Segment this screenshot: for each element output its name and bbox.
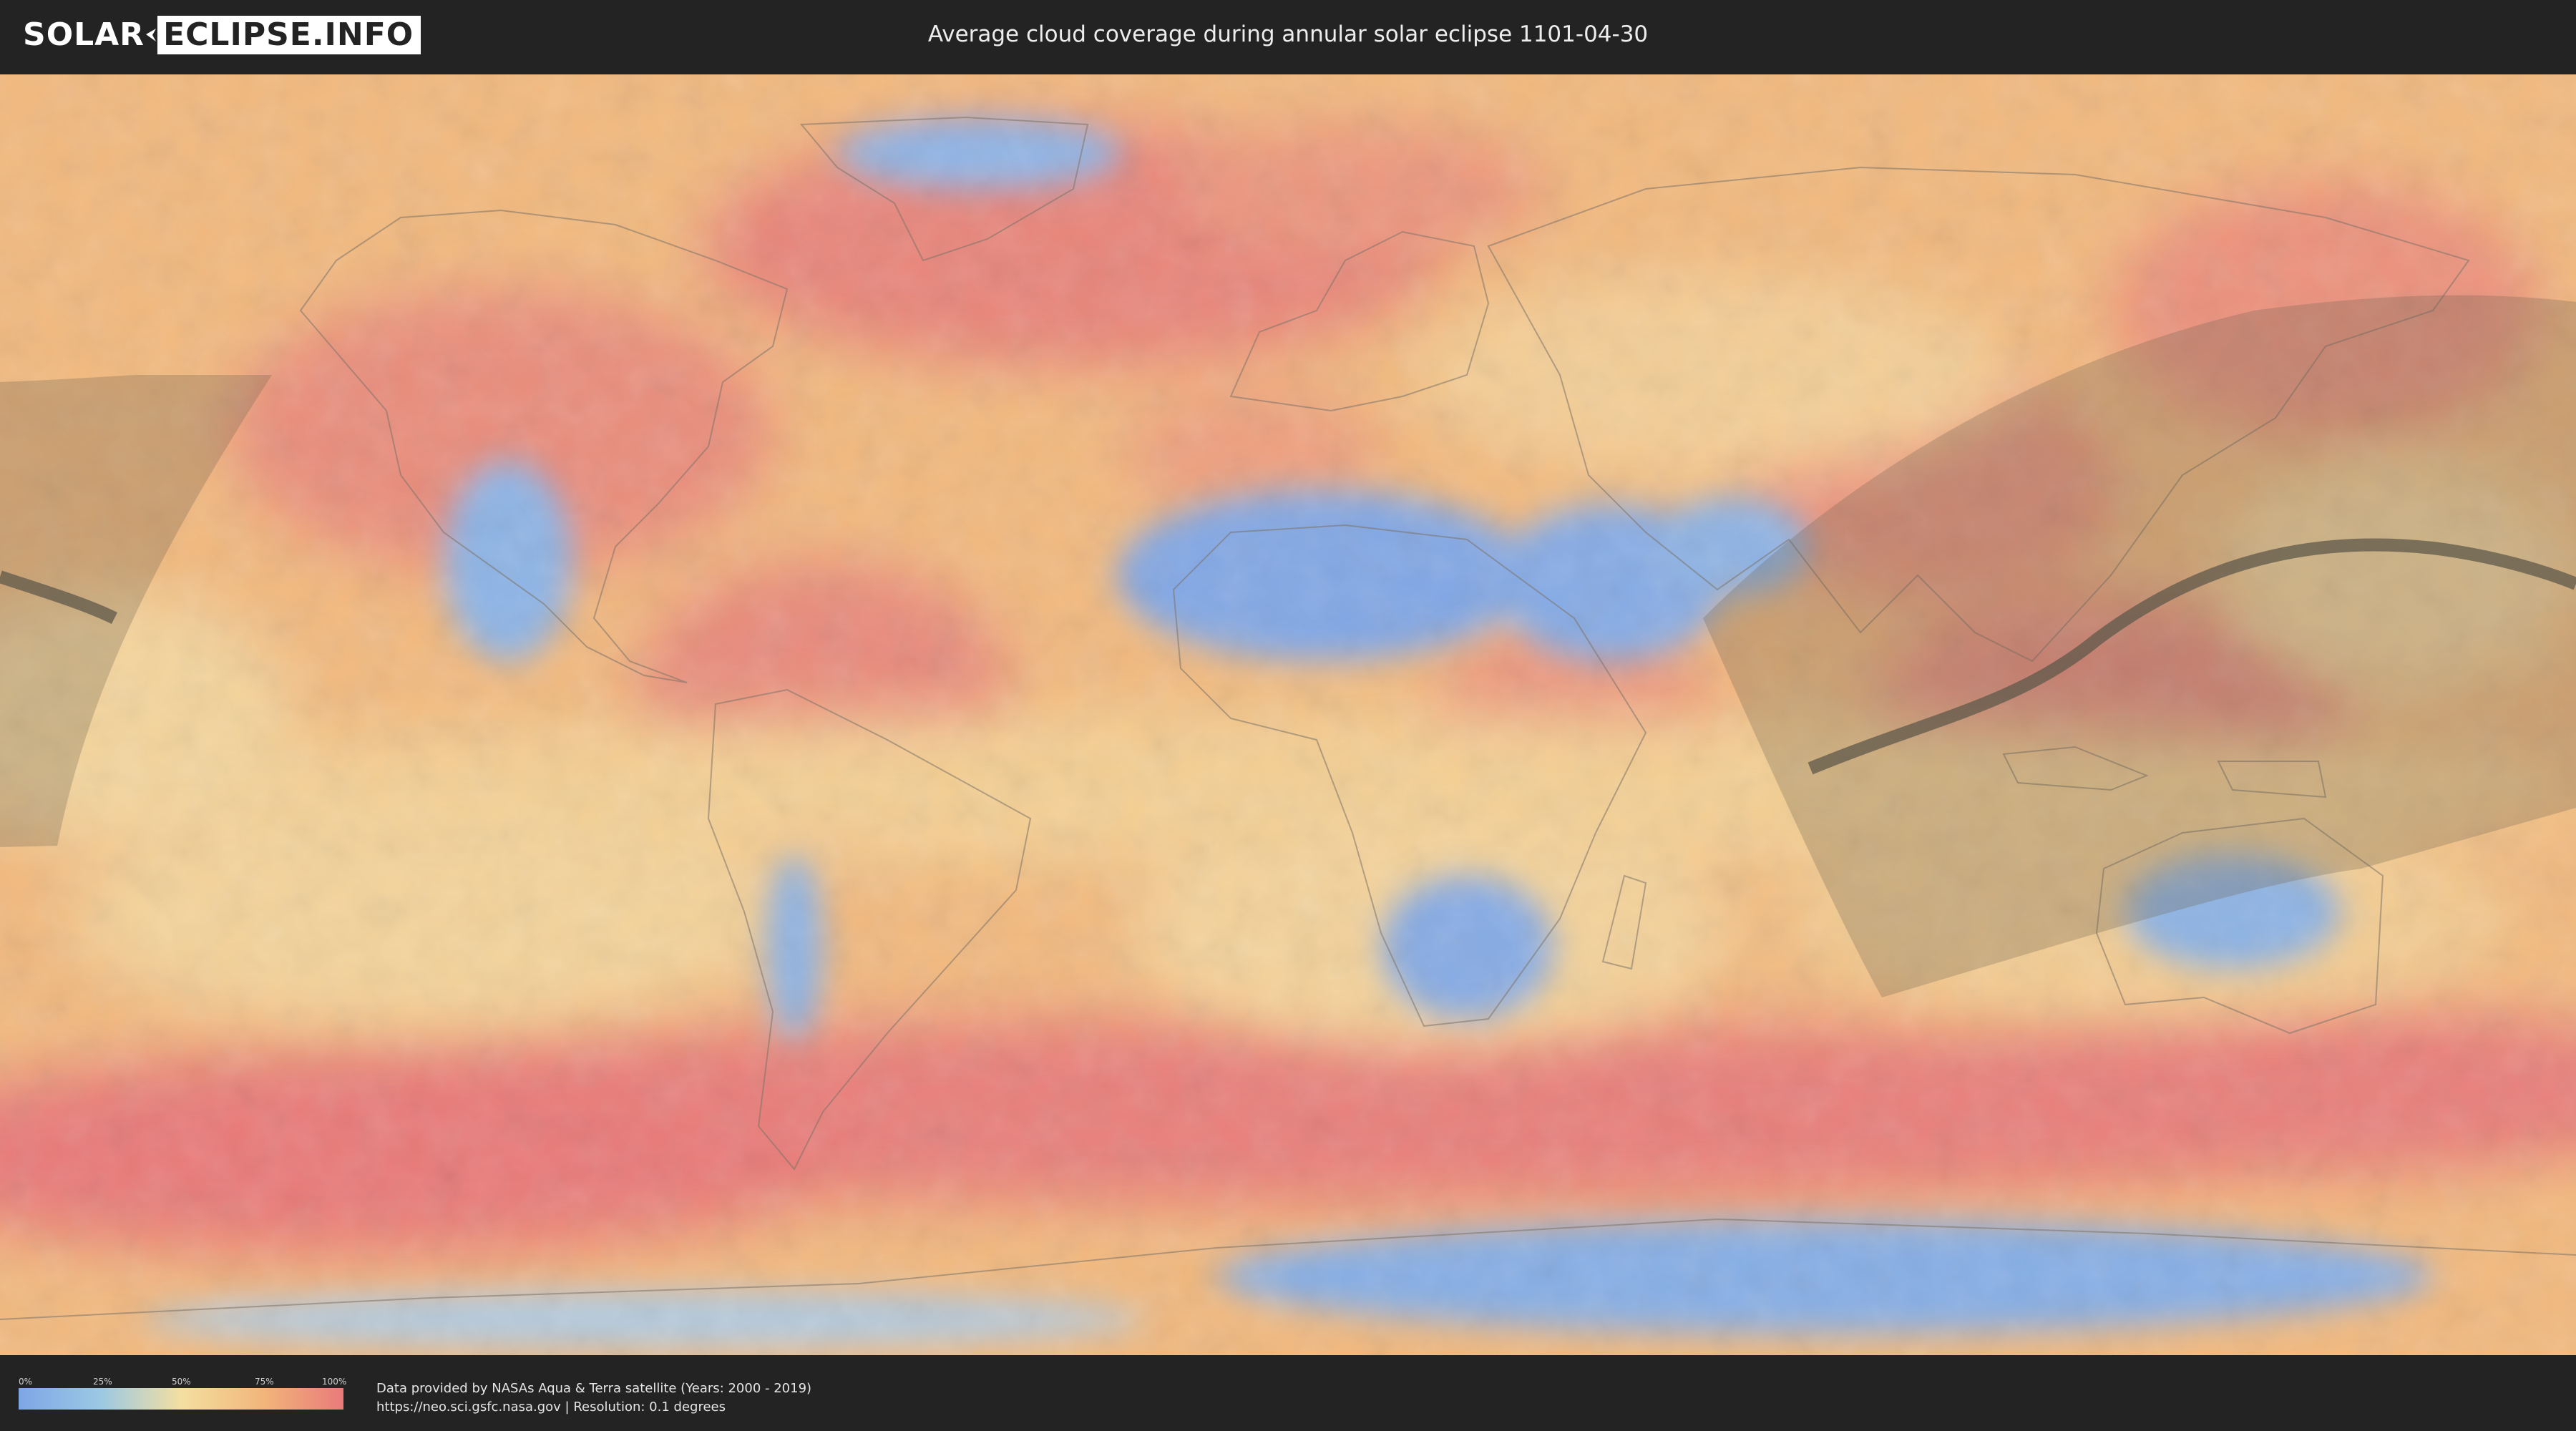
credit-url[interactable]: https://neo.sci.gsfc.nasa.gov | Resoluti… <box>376 1398 811 1417</box>
data-credits: Data provided by NASAs Aqua & Terra sate… <box>376 1379 811 1417</box>
credit-source: Data provided by NASAs Aqua & Terra sate… <box>376 1381 812 1396</box>
cloud-coverage-map[interactable] <box>0 74 2576 1355</box>
legend-tick-50: 50% <box>172 1377 191 1387</box>
legend-tick-0: 0% <box>19 1377 33 1387</box>
header-bar: SOLAR ECLIPSE.INFO Average cloud coverag… <box>0 0 2576 72</box>
legend-tick-25: 25% <box>93 1377 112 1387</box>
legend-tick-100: 100% <box>322 1377 347 1387</box>
legend-color-bar <box>19 1388 343 1410</box>
page-title: Average cloud coverage during annular so… <box>927 21 1649 47</box>
legend-tick-75: 75% <box>255 1377 274 1387</box>
